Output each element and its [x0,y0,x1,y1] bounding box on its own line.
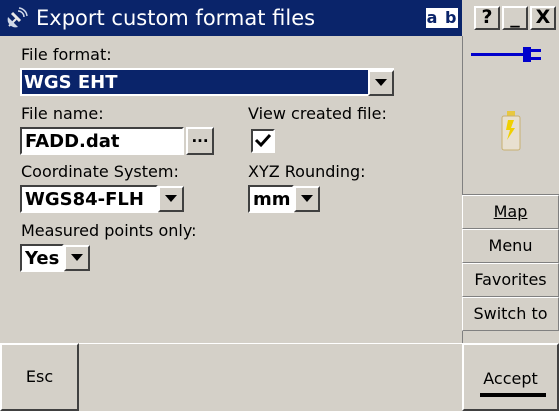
favorites-button[interactable]: Favorites [462,263,559,297]
status-panel [462,36,559,195]
switch-to-button[interactable]: Switch to [462,297,559,331]
help-button[interactable]: ? [474,6,500,30]
view-created-file-checkbox[interactable] [251,129,275,153]
menu-button[interactable]: Menu [462,229,559,263]
power-plug-icon [471,47,541,62]
dropdown-arrow-icon [375,79,387,86]
title-bar: Export custom format files a b [0,0,462,36]
battery-icon [501,111,521,151]
measured-points-label: Measured points only: [21,221,197,240]
coordinate-system-dropdown-button[interactable] [158,186,184,212]
xyz-rounding-dropdown-button[interactable] [294,186,320,212]
map-button[interactable]: Map [462,195,559,229]
satellite-icon [7,7,28,28]
dropdown-arrow-icon [301,195,313,202]
accept-button-label: Accept [483,369,538,388]
minimize-button[interactable]: _ [502,6,528,30]
file-format-value: WGS EHT [24,72,118,93]
coordinate-system-select[interactable]: WGS84-FLH [20,185,158,213]
sidebar-spacer [462,331,559,343]
file-format-dropdown-button[interactable] [368,70,394,96]
checkmark-icon [254,133,272,148]
accept-button[interactable]: Accept [462,343,559,411]
file-name-value: FADD.dat [25,131,120,152]
coordinate-system-label: Coordinate System: [21,162,179,181]
file-name-label: File name: [21,104,104,123]
measured-points-value: Yes [25,248,60,269]
xyz-rounding-label: XYZ Rounding: [248,162,366,181]
measured-points-dropdown-button[interactable] [64,245,90,271]
export-window: Export custom format files a b ? _ X Fil… [0,0,559,411]
enter-key-icon [480,393,546,397]
xyz-rounding-select[interactable]: mm [248,185,294,213]
dropdown-arrow-icon [165,195,177,202]
file-format-select[interactable]: WGS EHT [20,68,394,96]
window-title: Export custom format files [36,6,316,30]
coordinate-system-value: WGS84-FLH [25,189,144,210]
map-button-label: Map [493,202,528,221]
view-created-file-label: View created file: [248,104,387,123]
measured-points-select[interactable]: Yes [20,244,64,272]
dropdown-arrow-icon [71,254,83,261]
input-mode-indicator[interactable]: a b [426,8,458,28]
esc-button[interactable]: Esc [0,343,79,411]
close-button[interactable]: X [530,6,556,30]
file-format-label: File format: [21,45,112,64]
file-name-input[interactable]: FADD.dat [20,127,184,155]
xyz-rounding-value: mm [253,189,291,210]
browse-button[interactable]: ... [186,127,214,155]
